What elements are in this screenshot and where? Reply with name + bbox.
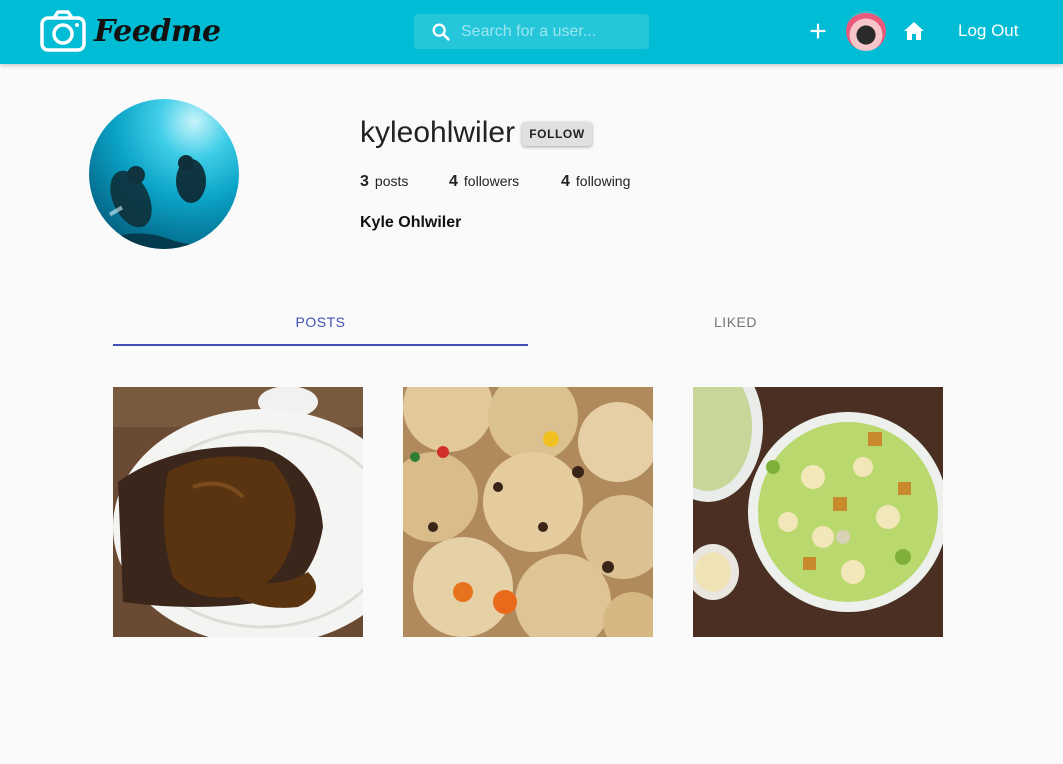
search-icon <box>432 23 450 41</box>
post-thumbnail-cookies[interactable] <box>403 387 653 637</box>
user-avatar[interactable] <box>846 11 886 51</box>
profile-photo <box>89 99 239 249</box>
stat-label: followers <box>463 173 520 189</box>
stat-count: 3 <box>360 173 369 190</box>
stat-followers[interactable]: 4 followers <box>449 173 519 191</box>
profile-username: kyleohlwiler <box>360 116 516 149</box>
stat-following[interactable]: 4 following <box>561 173 630 191</box>
tab-indicator <box>113 344 528 346</box>
profile-full-name: Kyle Ohlwiler <box>360 214 462 231</box>
logo-text: Feedme <box>94 13 221 49</box>
tab-posts[interactable]: POSTS <box>113 298 528 346</box>
follow-button[interactable]: FOLLOW <box>522 122 592 146</box>
camera-icon <box>40 10 86 52</box>
stat-count: 4 <box>561 173 570 190</box>
app-bar: Feedme Log Out <box>0 0 1063 64</box>
home-icon[interactable] <box>902 19 926 43</box>
post-thumbnail-steak[interactable] <box>113 387 363 637</box>
logo[interactable]: Feedme <box>40 9 221 53</box>
search-input[interactable] <box>461 22 641 41</box>
stat-label: following <box>575 173 631 189</box>
logout-button[interactable]: Log Out <box>950 18 1027 44</box>
tab-liked[interactable]: LIKED <box>528 298 943 346</box>
post-thumbnail-salad[interactable] <box>693 387 943 637</box>
stat-count: 4 <box>449 173 458 190</box>
stat-label: posts <box>374 173 409 189</box>
search-bar[interactable] <box>414 14 649 49</box>
plus-icon[interactable] <box>807 20 829 42</box>
stat-posts: 3 posts <box>360 173 408 191</box>
